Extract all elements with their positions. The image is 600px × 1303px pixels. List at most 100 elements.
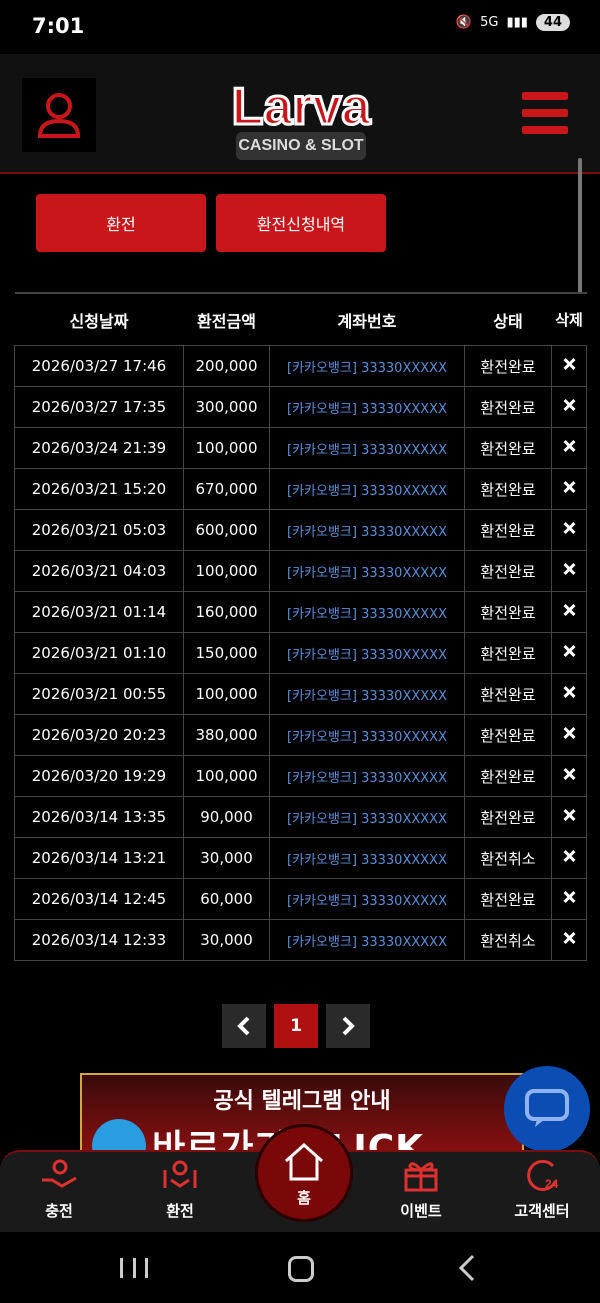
- nav-home[interactable]: 홈: [255, 1124, 353, 1222]
- cell-status: 환전완료: [464, 468, 552, 510]
- support-24-icon: 24: [527, 1159, 559, 1191]
- nav-withdraw[interactable]: 환전: [135, 1158, 225, 1221]
- user-icon: [37, 93, 81, 138]
- cell-date: 2026/03/14 13:35: [14, 796, 184, 838]
- cell-amount: 160,000: [183, 591, 270, 633]
- nav-event[interactable]: 이벤트: [376, 1158, 466, 1221]
- close-icon: [562, 808, 576, 822]
- delete-button[interactable]: [551, 591, 587, 633]
- system-back-icon[interactable]: [458, 1254, 476, 1282]
- cell-account[interactable]: [카카오뱅크] 33330XXXXX: [269, 755, 465, 797]
- cell-account[interactable]: [카카오뱅크] 33330XXXXX: [269, 345, 465, 387]
- close-icon: [562, 685, 576, 699]
- tab-withdraw-history[interactable]: 환전신청내역: [216, 194, 386, 252]
- live-chat-button[interactable]: [504, 1066, 590, 1152]
- recent-apps-button[interactable]: [120, 1258, 148, 1278]
- close-icon: [562, 357, 576, 371]
- close-icon: [562, 398, 576, 412]
- delete-button[interactable]: [551, 837, 587, 879]
- delete-button[interactable]: [551, 632, 587, 674]
- pagination: 1: [222, 1004, 370, 1048]
- cell-date: 2026/03/27 17:35: [14, 386, 184, 428]
- cell-amount: 300,000: [183, 386, 270, 428]
- hamburger-menu-button[interactable]: [522, 92, 572, 134]
- nav-support[interactable]: 24 고객센터: [497, 1158, 587, 1221]
- page-number-button[interactable]: 1: [274, 1004, 318, 1048]
- cell-date: 2026/03/24 21:39: [14, 427, 184, 469]
- prev-page-button[interactable]: [222, 1004, 266, 1048]
- cell-account[interactable]: [카카오뱅크] 33330XXXXX: [269, 591, 465, 633]
- nav-home-label: 홈: [297, 1189, 311, 1207]
- delete-button[interactable]: [551, 550, 587, 592]
- cell-amount: 380,000: [183, 714, 270, 756]
- cell-account[interactable]: [카카오뱅크] 33330XXXXX: [269, 878, 465, 920]
- battery-indicator: 44: [535, 14, 570, 31]
- delete-button[interactable]: [551, 755, 587, 797]
- chevron-right-icon: [342, 1016, 355, 1036]
- cell-account[interactable]: [카카오뱅크] 33330XXXXX: [269, 837, 465, 879]
- next-page-button[interactable]: [326, 1004, 370, 1048]
- tab-withdraw[interactable]: 환전: [36, 194, 206, 252]
- cell-amount: 90,000: [183, 796, 270, 838]
- cell-account[interactable]: [카카오뱅크] 33330XXXXX: [269, 468, 465, 510]
- cell-account[interactable]: [카카오뱅크] 33330XXXXX: [269, 509, 465, 551]
- delete-button[interactable]: [551, 386, 587, 428]
- cell-amount: 30,000: [183, 919, 270, 961]
- cell-status: 환전완료: [464, 878, 552, 920]
- nav-deposit[interactable]: 충전: [14, 1158, 104, 1221]
- chevron-left-icon: [237, 1016, 250, 1036]
- withdraw-icon: [163, 1160, 197, 1188]
- cell-account[interactable]: [카카오뱅크] 33330XXXXX: [269, 550, 465, 592]
- status-time: 7:01: [32, 14, 85, 38]
- cell-status: 환전완료: [464, 345, 552, 387]
- cell-account[interactable]: [카카오뱅크] 33330XXXXX: [269, 632, 465, 674]
- delete-button[interactable]: [551, 427, 587, 469]
- cell-status: 환전완료: [464, 632, 552, 674]
- cell-amount: 100,000: [183, 673, 270, 715]
- close-icon: [562, 644, 576, 658]
- cell-account[interactable]: [카카오뱅크] 33330XXXXX: [269, 673, 465, 715]
- svg-text:24: 24: [545, 1177, 559, 1191]
- delete-button[interactable]: [551, 919, 587, 961]
- col-amount: 환전금액: [183, 292, 270, 346]
- cell-account[interactable]: [카카오뱅크] 33330XXXXX: [269, 386, 465, 428]
- delete-button[interactable]: [551, 345, 587, 387]
- cell-status: 환전완료: [464, 427, 552, 469]
- cell-account[interactable]: [카카오뱅크] 33330XXXXX: [269, 427, 465, 469]
- delete-button[interactable]: [551, 796, 587, 838]
- table-row: 2026/03/21 15:20 670,000 [카카오뱅크] 33330XXXX…: [14, 468, 587, 510]
- cell-amount: 200,000: [183, 345, 270, 387]
- col-account: 계좌번호: [269, 292, 465, 346]
- delete-button[interactable]: [551, 468, 587, 510]
- close-icon: [562, 603, 576, 617]
- cell-date: 2026/03/21 15:20: [14, 468, 184, 510]
- close-icon: [562, 931, 576, 945]
- home-icon: [285, 1142, 323, 1181]
- system-home-button[interactable]: [288, 1256, 314, 1282]
- larva-logo[interactable]: Larva CASINO & SLOT: [220, 62, 382, 167]
- col-date: 신청날짜: [14, 292, 184, 346]
- delete-button[interactable]: [551, 878, 587, 920]
- user-profile-button[interactable]: [22, 78, 96, 152]
- cell-account[interactable]: [카카오뱅크] 33330XXXXX: [269, 714, 465, 756]
- table-row: 2026/03/21 04:03 100,000 [카카오뱅크] 33330XXXX…: [14, 550, 587, 592]
- cell-date: 2026/03/14 13:21: [14, 837, 184, 879]
- cell-date: 2026/03/20 19:29: [14, 755, 184, 797]
- delete-button[interactable]: [551, 714, 587, 756]
- cell-status: 환전취소: [464, 837, 552, 879]
- cell-account[interactable]: [카카오뱅크] 33330XXXXX: [269, 919, 465, 961]
- delete-button[interactable]: [551, 673, 587, 715]
- close-icon: [562, 521, 576, 535]
- cell-status: 환전완료: [464, 386, 552, 428]
- cell-amount: 30,000: [183, 837, 270, 879]
- cell-status: 환전완료: [464, 755, 552, 797]
- close-icon: [562, 562, 576, 576]
- delete-button[interactable]: [551, 509, 587, 551]
- cell-date: 2026/03/14 12:45: [14, 878, 184, 920]
- cell-status: 환전완료: [464, 796, 552, 838]
- close-icon: [562, 890, 576, 904]
- cell-account[interactable]: [카카오뱅크] 33330XXXXX: [269, 796, 465, 838]
- close-icon: [562, 726, 576, 740]
- mute-icon: 🔇: [455, 15, 473, 30]
- cell-amount: 670,000: [183, 468, 270, 510]
